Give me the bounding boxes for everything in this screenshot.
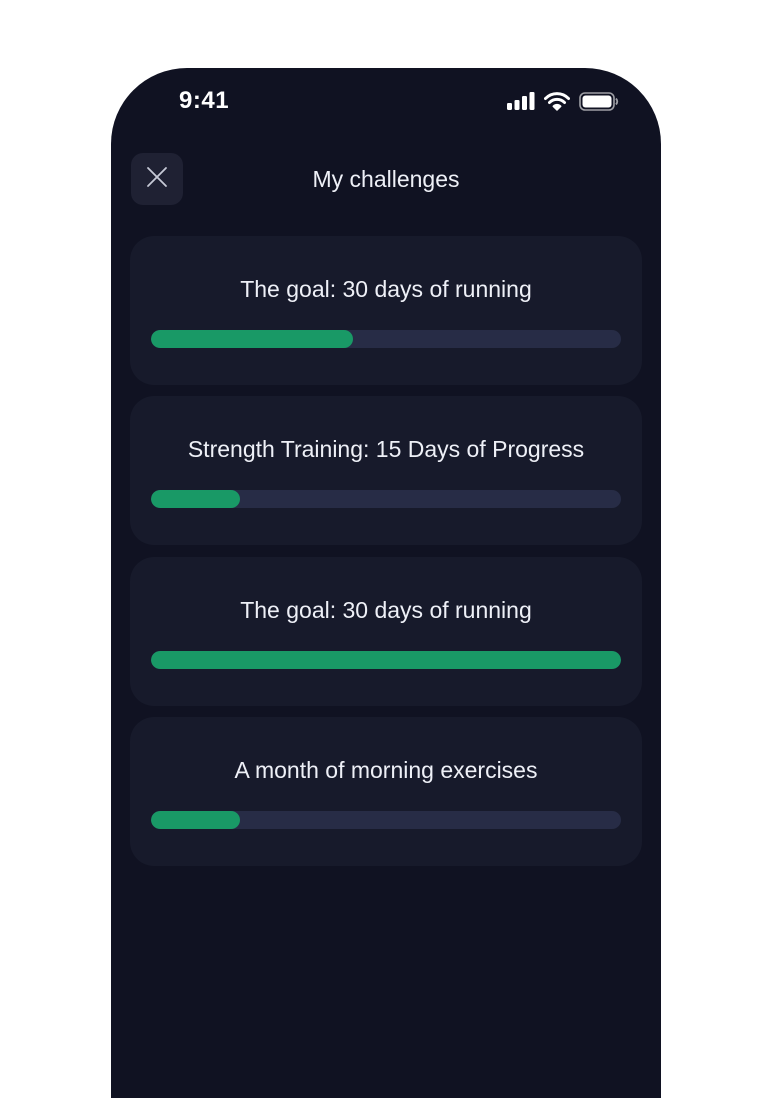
cellular-signal-icon bbox=[507, 92, 535, 110]
challenge-card[interactable]: The goal: 30 days of running bbox=[130, 236, 642, 385]
challenge-progress-bar bbox=[151, 490, 621, 508]
challenge-title: The goal: 30 days of running bbox=[240, 276, 532, 302]
challenge-progress-fill bbox=[151, 811, 241, 829]
page-title: My challenges bbox=[312, 166, 460, 192]
challenge-title: A month of morning exercises bbox=[234, 757, 538, 783]
status-icons bbox=[507, 90, 619, 112]
challenge-title: Strength Training: 15 Days of Progress bbox=[187, 436, 585, 462]
header: My challenges bbox=[111, 153, 661, 205]
challenge-progress-fill bbox=[151, 330, 354, 348]
status-bar: 9:41 bbox=[111, 68, 661, 134]
wifi-icon bbox=[544, 91, 570, 111]
challenge-progress-bar bbox=[151, 811, 621, 829]
challenge-progress-bar bbox=[151, 651, 621, 669]
challenge-card[interactable]: Strength Training: 15 Days of Progress bbox=[130, 396, 642, 545]
battery-icon bbox=[579, 91, 619, 111]
challenge-progress-bar bbox=[151, 330, 621, 348]
challenge-card[interactable]: The goal: 30 days of running bbox=[130, 557, 642, 706]
challenge-progress-fill bbox=[151, 490, 241, 508]
challenge-title: The goal: 30 days of running bbox=[240, 597, 532, 623]
challenge-progress-fill bbox=[151, 651, 621, 669]
challenge-card[interactable]: A month of morning exercises bbox=[130, 717, 642, 866]
phone-screen: 9:41 My challenges The goal: 30 days of … bbox=[111, 68, 661, 1098]
status-time: 9:41 bbox=[179, 87, 230, 114]
